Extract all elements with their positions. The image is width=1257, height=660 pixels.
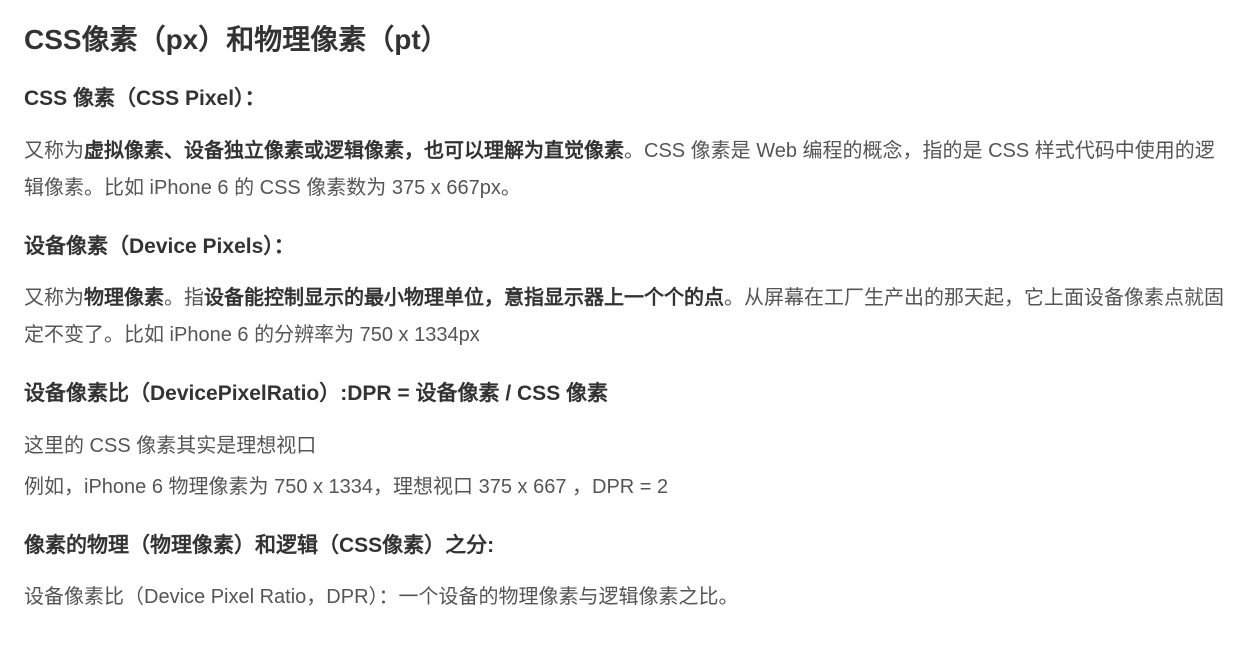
- text-mid: 。指: [164, 287, 204, 309]
- device-pixels-paragraph: 又称为物理像素。指设备能控制显示的最小物理单位，意指显示器上一个个的点。从屏幕在…: [24, 280, 1233, 354]
- main-heading: CSS像素（px）和物理像素（pt）: [24, 20, 1233, 59]
- text-bold: 虚拟像素、设备独立像素或逻辑像素，也可以理解为直觉像素: [84, 140, 624, 162]
- css-pixel-paragraph: 又称为虚拟像素、设备独立像素或逻辑像素，也可以理解为直觉像素。CSS 像素是 W…: [24, 133, 1233, 207]
- text-bold: 物理像素: [84, 287, 164, 309]
- distinction-heading: 像素的物理（物理像素）和逻辑（CSS像素）之分:: [24, 530, 1233, 562]
- dpr-heading: 设备像素比（DevicePixelRatio）:DPR = 设备像素 / CSS…: [24, 378, 1233, 410]
- text-bold: 设备能控制显示的最小物理单位，意指显示器上一个个的点: [204, 287, 724, 309]
- dpr-paragraph-2: 例如，iPhone 6 物理像素为 750 x 1334，理想视口 375 x …: [24, 469, 1233, 506]
- text-prefix: 又称为: [24, 140, 84, 162]
- text-prefix: 又称为: [24, 287, 84, 309]
- distinction-paragraph: 设备像素比（Device Pixel Ratio，DPR）：一个设备的物理像素与…: [24, 579, 1233, 616]
- css-pixel-heading: CSS 像素（CSS Pixel）：: [24, 83, 1233, 115]
- dpr-paragraph-1: 这里的 CSS 像素其实是理想视口: [24, 428, 1233, 465]
- device-pixels-heading: 设备像素（Device Pixels）：: [24, 231, 1233, 263]
